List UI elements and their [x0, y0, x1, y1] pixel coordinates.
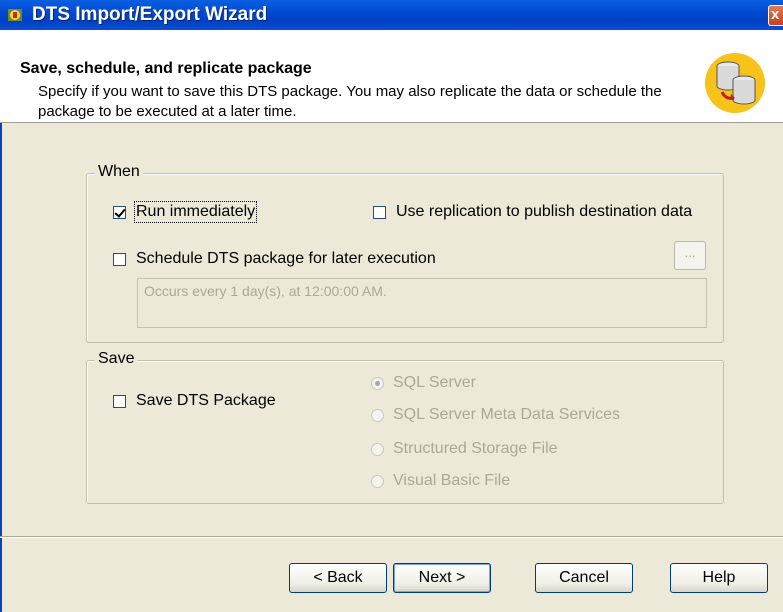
radio-sql-server-label: SQL Server [393, 374, 476, 391]
use-replication-checkbox[interactable]: Use replication to publish destination d… [373, 203, 692, 221]
save-package-label: Save DTS Package [136, 392, 276, 409]
radio-visual-basic-label: Visual Basic File [393, 472, 511, 489]
radio-unselected-icon [371, 408, 384, 422]
save-group-legend: Save [95, 350, 138, 368]
radio-structured-storage-file[interactable]: Structured Storage File [371, 440, 558, 458]
page-title: Save, schedule, and replicate package [20, 60, 312, 77]
radio-structured-storage-label: Structured Storage File [393, 440, 558, 457]
checkbox-checked[interactable] [113, 205, 126, 219]
use-replication-label: Use replication to publish destination d… [396, 203, 693, 220]
next-button[interactable]: Next > [393, 563, 491, 593]
close-button[interactable]: x [768, 5, 783, 26]
dts-wizard-icon [8, 9, 22, 21]
page-description: Specify if you want to save this DTS pac… [38, 83, 662, 120]
radio-selected-icon [371, 376, 384, 390]
checkbox-unchecked[interactable] [113, 394, 126, 408]
schedule-description-field: Occurs every 1 day(s), at 12:00:00 AM. [137, 278, 707, 328]
checkbox-unchecked[interactable] [113, 252, 126, 266]
help-button[interactable]: Help [670, 563, 768, 593]
footer-separator [0, 536, 783, 538]
radio-meta-data-services-label: SQL Server Meta Data Services [393, 406, 621, 423]
radio-unselected-icon [371, 474, 384, 488]
window-title: DTS Import/Export Wizard [32, 4, 268, 25]
wizard-header: Save, schedule, and replicate package Sp… [0, 30, 783, 123]
when-group-legend: When [95, 163, 143, 181]
radio-meta-data-services[interactable]: SQL Server Meta Data Services [371, 406, 620, 424]
cancel-button[interactable]: Cancel [535, 563, 633, 593]
checkbox-unchecked[interactable] [373, 205, 386, 219]
title-bar: DTS Import/Export Wizard x [0, 0, 783, 30]
schedule-browse-button[interactable]: ... [674, 241, 706, 270]
back-button[interactable]: < Back [289, 563, 387, 593]
save-package-checkbox[interactable]: Save DTS Package [113, 392, 276, 410]
radio-unselected-icon [371, 442, 384, 456]
run-immediately-checkbox[interactable]: Run immediately [113, 201, 258, 223]
radio-visual-basic-file[interactable]: Visual Basic File [371, 472, 510, 490]
radio-sql-server[interactable]: SQL Server [371, 374, 476, 392]
run-immediately-label: Run immediately [133, 201, 258, 223]
schedule-label: Schedule DTS package for later execution [136, 250, 436, 267]
close-icon: x [771, 6, 780, 23]
database-icon [705, 53, 765, 113]
schedule-checkbox[interactable]: Schedule DTS package for later execution [113, 250, 436, 268]
